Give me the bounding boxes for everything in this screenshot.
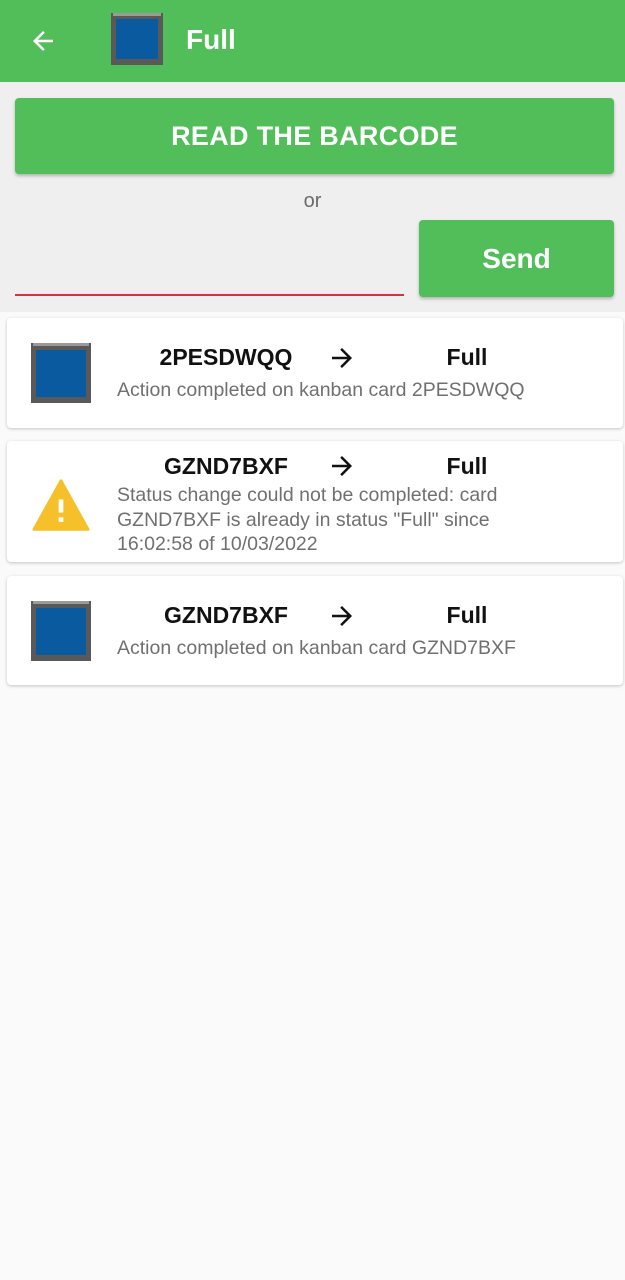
card-message: Action completed on kanban card 2PESDWQQ (117, 379, 525, 401)
card-status: Full (446, 344, 488, 370)
app-bar: Full (0, 0, 625, 82)
page-title: Full (186, 24, 236, 55)
card-code: 2PESDWQQ (159, 344, 293, 370)
or-separator: or (303, 190, 322, 212)
card-status: Full (446, 602, 488, 628)
back-button[interactable] (22, 20, 64, 62)
card-message: Action completed on kanban card GZND7BXF (117, 637, 516, 659)
full-bin-icon (111, 13, 163, 65)
arrow-right-icon (332, 348, 352, 368)
scan-panel: READ THE BARCODE or Send (0, 82, 625, 312)
arrow-back-icon (33, 31, 53, 51)
card-code: GZND7BXF (164, 453, 288, 479)
card-status: Full (446, 453, 488, 479)
arrow-right-icon (332, 606, 352, 626)
send-button[interactable]: Send (419, 220, 614, 297)
card-message: Status change could not be completed: ca… (117, 484, 498, 555)
full-bin-icon (31, 343, 91, 403)
result-card: GZND7BXF Full Action completed on kanban… (7, 576, 623, 685)
full-bin-icon (31, 601, 91, 661)
warning-icon (32, 479, 90, 531)
read-barcode-button[interactable]: READ THE BARCODE (15, 98, 614, 174)
barcode-input[interactable] (15, 242, 404, 296)
arrow-right-icon (332, 456, 352, 476)
result-card: 2PESDWQQ Full Action completed on kanban… (7, 318, 623, 428)
result-card: GZND7BXF Full Status change could not be… (7, 441, 623, 562)
card-code: GZND7BXF (164, 602, 288, 628)
